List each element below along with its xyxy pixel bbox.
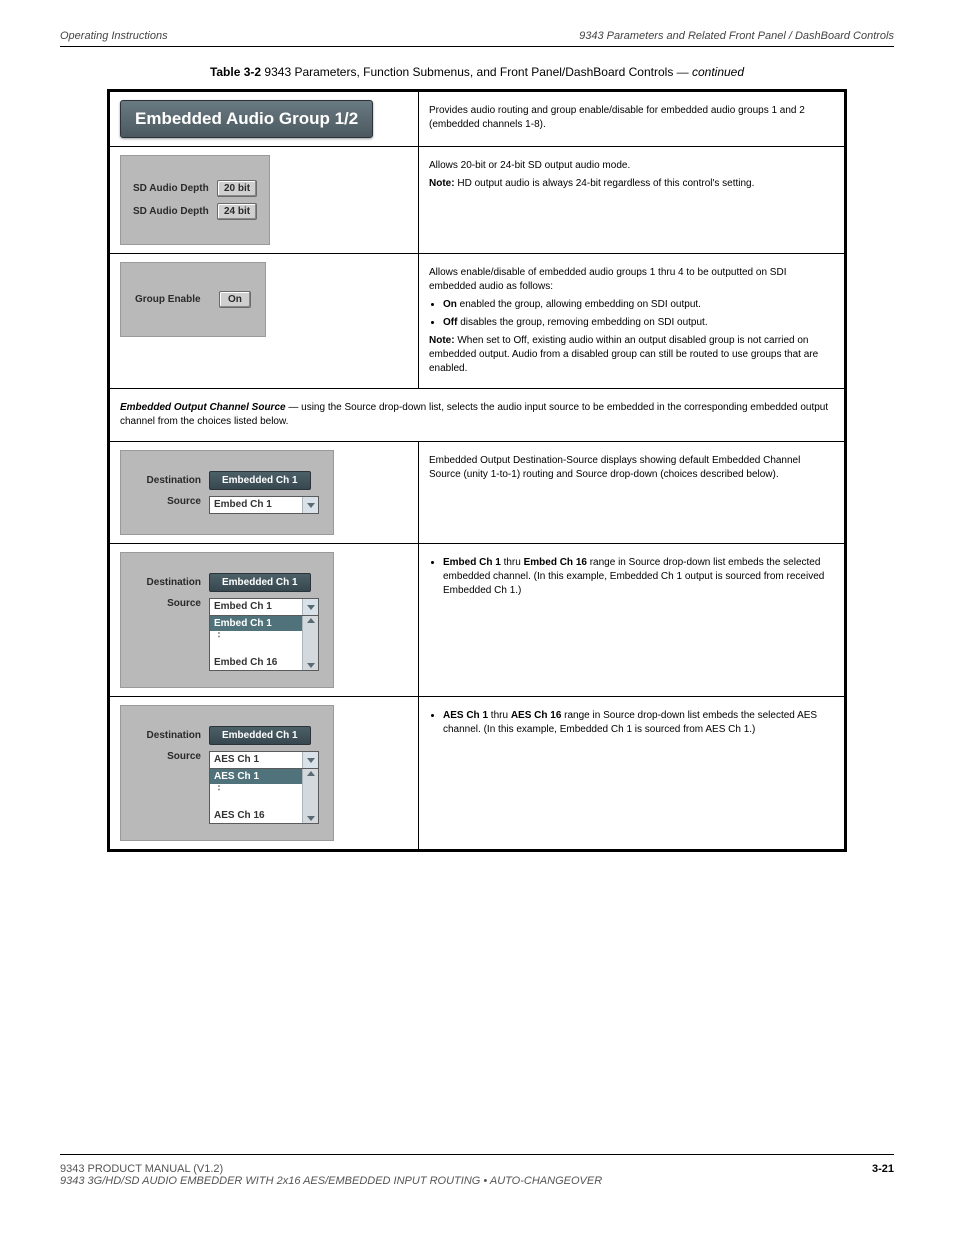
aes-list-panel: Destination Embedded Ch 1 Source AES Ch … <box>120 705 334 841</box>
sd-depth-label-1: SD Audio Depth <box>133 183 217 194</box>
collapsed-panel: Destination Embedded Ch 1 Source Embed C… <box>120 450 334 535</box>
sd-depth-20bit-button[interactable]: 20 bit <box>217 180 257 197</box>
controls-table: Embedded Audio Group 1/2 Provides audio … <box>107 89 847 852</box>
row-sd-depth: SD Audio Depth 20 bit SD Audio Depth 24 … <box>109 147 846 254</box>
table-cont: — continued <box>677 65 744 79</box>
source-listbox-aes[interactable]: AES Ch 1 ⋮ AES Ch 16 <box>209 768 319 824</box>
group-enable-toggle[interactable]: On <box>219 291 251 308</box>
dest-label-3: Destination <box>135 730 209 741</box>
footer-version: 9343 PRODUCT MANUAL (V1.2) <box>60 1163 602 1175</box>
sd-depth-desc: Allows 20-bit or 24-bit SD output audio … <box>429 159 834 173</box>
bullet-off: Off disables the group, removing embeddi… <box>443 316 834 330</box>
row-title: Embedded Audio Group 1/2 Provides audio … <box>109 91 846 147</box>
row-group-enable: Group Enable On Allows enable/disable of… <box>109 254 846 389</box>
row-collapsed: Destination Embedded Ch 1 Source Embed C… <box>109 442 846 544</box>
footer-page: 3-21 <box>872 1163 894 1187</box>
on-label: On <box>443 299 457 310</box>
list-item-last[interactable]: AES Ch 16 <box>210 808 302 823</box>
bullet-on: On enabled the group, allowing embedding… <box>443 298 834 312</box>
sd-depth-24bit-button[interactable]: 24 bit <box>217 203 257 220</box>
row-list-aes: Destination Embedded Ch 1 Source AES Ch … <box>109 697 846 851</box>
sd-depth-label-2: SD Audio Depth <box>133 206 217 217</box>
chevron-down-icon[interactable] <box>302 752 318 768</box>
scrollbar[interactable] <box>302 616 318 670</box>
embed-range-end: Embed Ch 16 <box>524 557 587 568</box>
source-value-3: AES Ch 1 <box>210 752 302 768</box>
src-label-3: Source <box>135 751 209 762</box>
group-enable-note-label: Note: <box>429 335 455 346</box>
group-enable-note-text: When set to Off, existing audio within a… <box>429 335 818 374</box>
scrollbar[interactable] <box>302 769 318 823</box>
embed-range-mid: thru <box>501 557 524 568</box>
embed-list-panel: Destination Embedded Ch 1 Source Embed C… <box>120 552 334 688</box>
sd-depth-panel: SD Audio Depth 20 bit SD Audio Depth 24 … <box>120 155 270 245</box>
source-dropdown-3[interactable]: AES Ch 1 <box>209 751 319 769</box>
list-ellipsis: ⋮ <box>210 784 302 808</box>
list-ellipsis: ⋮ <box>210 631 302 655</box>
source-value-2: Embed Ch 1 <box>210 599 302 615</box>
source-dropdown-2[interactable]: Embed Ch 1 <box>209 598 319 616</box>
footer-blurb: 9343 3G/HD/SD AUDIO EMBEDDER WITH 2x16 A… <box>60 1175 602 1187</box>
group-enable-intro: Allows enable/disable of embedded audio … <box>429 266 834 294</box>
collapsed-desc: Embedded Output Destination-Source displ… <box>429 454 834 482</box>
page-footer: 9343 PRODUCT MANUAL (V1.2) 9343 3G/HD/SD… <box>60 1154 894 1187</box>
off-label: Off <box>443 317 457 328</box>
chevron-down-icon[interactable] <box>307 663 315 668</box>
aes-bullet: AES Ch 1 thru AES Ch 16 range in Source … <box>443 709 834 737</box>
dest-label: Destination <box>135 475 209 486</box>
title-desc: Provides audio routing and group enable/… <box>429 104 834 132</box>
section-pill: Embedded Audio Group 1/2 <box>120 100 373 138</box>
row-spanner: Embedded Output Channel Source — using t… <box>109 389 846 442</box>
group-enable-panel: Group Enable On <box>120 262 266 337</box>
src-label: Source <box>135 496 209 507</box>
aes-range-mid: thru <box>488 710 511 721</box>
group-enable-label: Group Enable <box>135 294 219 305</box>
chevron-down-icon[interactable] <box>307 816 315 821</box>
row-list-embed: Destination Embedded Ch 1 Source Embed C… <box>109 544 846 697</box>
chevron-down-icon[interactable] <box>302 599 318 615</box>
aes-range-start: AES Ch 1 <box>443 710 488 721</box>
src-label-2: Source <box>135 598 209 609</box>
header-left: Operating Instructions <box>60 30 168 42</box>
source-value: Embed Ch 1 <box>210 497 302 513</box>
source-listbox-embed[interactable]: Embed Ch 1 ⋮ Embed Ch 16 <box>209 615 319 671</box>
dest-chip-2: Embedded Ch 1 <box>209 573 311 592</box>
embed-bullet: Embed Ch 1 thru Embed Ch 16 range in Sou… <box>443 556 834 598</box>
table-label: Table 3-2 <box>210 65 261 79</box>
embed-range-start: Embed Ch 1 <box>443 557 501 568</box>
on-text: enabled the group, allowing embedding on… <box>457 299 701 310</box>
chevron-up-icon[interactable] <box>307 618 315 623</box>
header-rule <box>60 46 894 47</box>
table-caption: Table 3-2 9343 Parameters, Function Subm… <box>60 65 894 79</box>
aes-range-end: AES Ch 16 <box>511 710 562 721</box>
chevron-down-icon[interactable] <box>302 497 318 513</box>
list-item-last[interactable]: Embed Ch 16 <box>210 655 302 670</box>
dest-chip: Embedded Ch 1 <box>209 471 311 490</box>
table-title: 9343 Parameters, Function Submenus, and … <box>264 65 673 79</box>
note-label: Note: <box>429 178 457 189</box>
header-right: 9343 Parameters and Related Front Panel … <box>579 30 894 42</box>
source-dropdown[interactable]: Embed Ch 1 <box>209 496 319 514</box>
sd-depth-note: HD output audio is always 24-bit regardl… <box>457 178 754 189</box>
spanner-bold: Embedded Output Channel Source <box>120 402 286 413</box>
chevron-up-icon[interactable] <box>307 771 315 776</box>
off-text: disables the group, removing embedding o… <box>457 317 707 328</box>
dest-label-2: Destination <box>135 577 209 588</box>
dest-chip-3: Embedded Ch 1 <box>209 726 311 745</box>
